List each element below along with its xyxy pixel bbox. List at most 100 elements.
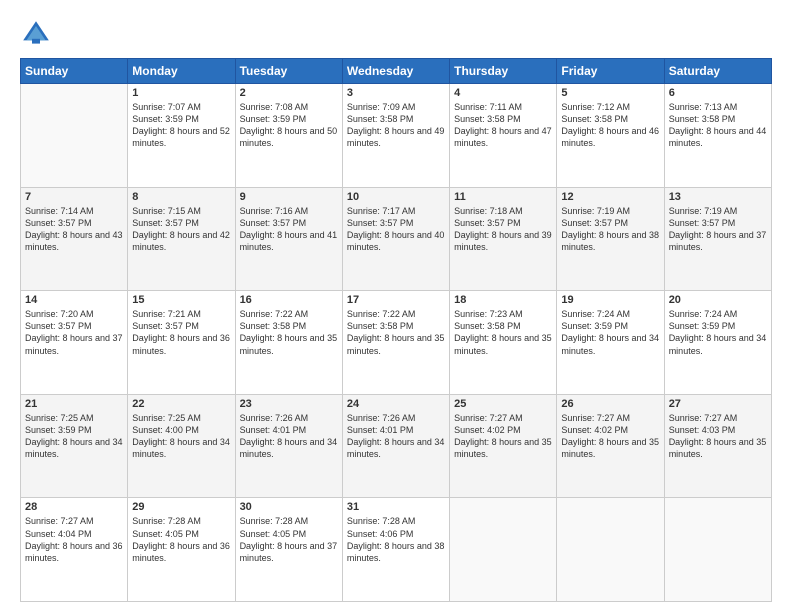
day-number: 24 bbox=[347, 398, 445, 410]
sunset-text: Sunset: 4:04 PM bbox=[25, 529, 92, 539]
daylight-text: Daylight: 8 hours and 34 minutes. bbox=[669, 333, 767, 355]
sunrise-text: Sunrise: 7:12 AM bbox=[561, 102, 630, 112]
sunset-text: Sunset: 3:57 PM bbox=[132, 321, 199, 331]
sunrise-text: Sunrise: 7:25 AM bbox=[25, 413, 94, 423]
sunset-text: Sunset: 3:57 PM bbox=[240, 218, 307, 228]
sunset-text: Sunset: 4:05 PM bbox=[240, 529, 307, 539]
sunset-text: Sunset: 4:01 PM bbox=[347, 425, 414, 435]
daylight-text: Daylight: 8 hours and 35 minutes. bbox=[561, 437, 659, 459]
calendar-week-row: 7Sunrise: 7:14 AMSunset: 3:57 PMDaylight… bbox=[21, 187, 772, 291]
header bbox=[20, 18, 772, 50]
sunrise-text: Sunrise: 7:24 AM bbox=[669, 309, 738, 319]
sunset-text: Sunset: 4:02 PM bbox=[561, 425, 628, 435]
calendar-cell: 7Sunrise: 7:14 AMSunset: 3:57 PMDaylight… bbox=[21, 187, 128, 291]
day-info: Sunrise: 7:27 AMSunset: 4:04 PMDaylight:… bbox=[25, 515, 123, 564]
day-number: 23 bbox=[240, 398, 338, 410]
calendar-cell: 25Sunrise: 7:27 AMSunset: 4:02 PMDayligh… bbox=[450, 394, 557, 498]
sunset-text: Sunset: 3:57 PM bbox=[25, 321, 92, 331]
calendar-cell: 13Sunrise: 7:19 AMSunset: 3:57 PMDayligh… bbox=[664, 187, 771, 291]
calendar-cell: 20Sunrise: 7:24 AMSunset: 3:59 PMDayligh… bbox=[664, 291, 771, 395]
day-info: Sunrise: 7:25 AMSunset: 4:00 PMDaylight:… bbox=[132, 412, 230, 461]
sunrise-text: Sunrise: 7:09 AM bbox=[347, 102, 416, 112]
daylight-text: Daylight: 8 hours and 37 minutes. bbox=[240, 541, 338, 563]
calendar-cell: 24 Sunrise: 7:26 AMSunset: 4:01 PMDayligh… bbox=[342, 394, 449, 498]
weekday-header-tuesday: Tuesday bbox=[235, 59, 342, 84]
day-number: 1 bbox=[132, 87, 230, 99]
sunrise-text: Sunrise: 7:28 AM bbox=[347, 516, 416, 526]
day-number: 7 bbox=[25, 191, 123, 203]
calendar-cell: 15Sunrise: 7:21 AMSunset: 3:57 PMDayligh… bbox=[128, 291, 235, 395]
logo-icon bbox=[20, 18, 52, 50]
calendar-cell: 8Sunrise: 7:15 AMSunset: 3:57 PMDaylight… bbox=[128, 187, 235, 291]
daylight-text: Daylight: 8 hours and 39 minutes. bbox=[454, 230, 552, 252]
day-info: Sunrise: 7:21 AMSunset: 3:57 PMDaylight:… bbox=[132, 308, 230, 357]
calendar-cell: 6Sunrise: 7:13 AMSunset: 3:58 PMDaylight… bbox=[664, 84, 771, 188]
calendar-cell: 10 Sunrise: 7:17 AMSunset: 3:57 PMDayligh… bbox=[342, 187, 449, 291]
daylight-text: Daylight: 8 hours and 44 minutes. bbox=[669, 126, 767, 148]
day-number: 4 bbox=[454, 87, 552, 99]
calendar-cell: 2Sunrise: 7:08 AMSunset: 3:59 PMDaylight… bbox=[235, 84, 342, 188]
sunset-text: Sunset: 3:57 PM bbox=[347, 218, 414, 228]
sunset-text: Sunset: 4:05 PM bbox=[132, 529, 199, 539]
sunrise-text: Sunrise: 7:19 AM bbox=[669, 206, 738, 216]
sunrise-text: Sunrise: 7:13 AM bbox=[669, 102, 738, 112]
day-info: Sunrise: 7:22 AMSunset: 3:58 PMDaylight:… bbox=[240, 308, 338, 357]
sunrise-text: Sunrise: 7:23 AM bbox=[454, 309, 523, 319]
daylight-text: Daylight: 8 hours and 47 minutes. bbox=[454, 126, 552, 148]
daylight-text: Daylight: 8 hours and 35 minutes. bbox=[454, 333, 552, 355]
sunset-text: Sunset: 3:59 PM bbox=[25, 425, 92, 435]
sunset-text: Sunset: 3:58 PM bbox=[454, 321, 521, 331]
day-info: Sunrise: 7:13 AM Sunset: 3:58 PM Daylight:… bbox=[669, 101, 767, 150]
day-number: 19 bbox=[561, 294, 659, 306]
calendar-cell bbox=[450, 498, 557, 602]
daylight-text: Daylight: 8 hours and 34 minutes. bbox=[240, 437, 338, 459]
day-number: 31 bbox=[347, 501, 445, 513]
calendar-cell bbox=[21, 84, 128, 188]
day-number: 27 bbox=[669, 398, 767, 410]
day-info: Sunrise: 7:22 AMSunset: 3:58 PMDaylight:… bbox=[347, 308, 445, 357]
sunset-text: Sunset: 3:57 PM bbox=[25, 218, 92, 228]
calendar-week-row: 21Sunrise: 7:25 AMSunset: 3:59 PMDayligh… bbox=[21, 394, 772, 498]
sunset-text: Sunset: 4:01 PM bbox=[240, 425, 307, 435]
sunset-text: Sunset: 3:58 PM bbox=[669, 114, 736, 124]
day-number: 2 bbox=[240, 87, 338, 99]
sunset-text: Sunset: 4:03 PM bbox=[669, 425, 736, 435]
day-number: 18 bbox=[454, 294, 552, 306]
sunset-text: Sunset: 4:00 PM bbox=[132, 425, 199, 435]
daylight-text: Daylight: 8 hours and 52 minutes. bbox=[132, 126, 230, 148]
sunrise-text: Sunrise: 7:26 AM bbox=[240, 413, 309, 423]
day-number: 5 bbox=[561, 87, 659, 99]
sunrise-text: Sunrise: 7:21 AM bbox=[132, 309, 201, 319]
calendar-week-row: 14Sunrise: 7:20 AMSunset: 3:57 PMDayligh… bbox=[21, 291, 772, 395]
calendar-cell: 4Sunrise: 7:11 AMSunset: 3:58 PMDaylight… bbox=[450, 84, 557, 188]
calendar-cell: 29Sunrise: 7:28 AMSunset: 4:05 PMDayligh… bbox=[128, 498, 235, 602]
weekday-header-row: SundayMondayTuesdayWednesdayThursdayFrid… bbox=[21, 59, 772, 84]
daylight-text: Daylight: 8 hours and 36 minutes. bbox=[132, 541, 230, 563]
sunset-text: Sunset: 3:58 PM bbox=[347, 114, 414, 124]
sunset-text: Sunset: 3:58 PM bbox=[347, 321, 414, 331]
sunrise-text: Sunrise: 7:11 AM bbox=[454, 102, 522, 112]
day-info: Sunrise: 7:27 AMSunset: 4:02 PMDaylight:… bbox=[454, 412, 552, 461]
day-number: 10 bbox=[347, 191, 445, 203]
day-info: Sunrise: 7:17 AMSunset: 3:57 PMDaylight:… bbox=[347, 205, 445, 254]
daylight-text: Daylight: 8 hours and 46 minutes. bbox=[561, 126, 659, 148]
daylight-text: Daylight: 8 hours and 43 minutes. bbox=[25, 230, 123, 252]
sunrise-text: Sunrise: 7:08 AM bbox=[240, 102, 309, 112]
sunset-text: Sunset: 3:59 PM bbox=[669, 321, 736, 331]
sunrise-text: Sunrise: 7:27 AM bbox=[25, 516, 94, 526]
day-number: 3 bbox=[347, 87, 445, 99]
day-info: Sunrise: 7:26 AMSunset: 4:01 PMDaylight:… bbox=[347, 412, 445, 461]
day-number: 14 bbox=[25, 294, 123, 306]
day-info: Sunrise: 7:15 AMSunset: 3:57 PMDaylight:… bbox=[132, 205, 230, 254]
sunrise-text: Sunrise: 7:28 AM bbox=[240, 516, 309, 526]
day-info: Sunrise: 7:19 AMSunset: 3:57 PMDaylight:… bbox=[669, 205, 767, 254]
sunrise-text: Sunrise: 7:27 AM bbox=[669, 413, 738, 423]
day-info: Sunrise: 7:24 AM Sunset: 3:59 PM Daylight:… bbox=[669, 308, 767, 357]
calendar-cell: 26Sunrise: 7:27 AMSunset: 4:02 PMDayligh… bbox=[557, 394, 664, 498]
calendar-cell: 23 Sunrise: 7:26 AM Sunset: 4:01 PM Dayligh… bbox=[235, 394, 342, 498]
sunrise-text: Sunrise: 7:27 AM bbox=[561, 413, 630, 423]
day-number: 29 bbox=[132, 501, 230, 513]
calendar-page: SundayMondayTuesdayWednesdayThursdayFrid… bbox=[0, 0, 792, 612]
day-info: Sunrise: 7:28 AM Sunset: 4:05 PM Daylight:… bbox=[240, 515, 338, 564]
day-info: Sunrise: 7:26 AM Sunset: 4:01 PM Daylight:… bbox=[240, 412, 338, 461]
